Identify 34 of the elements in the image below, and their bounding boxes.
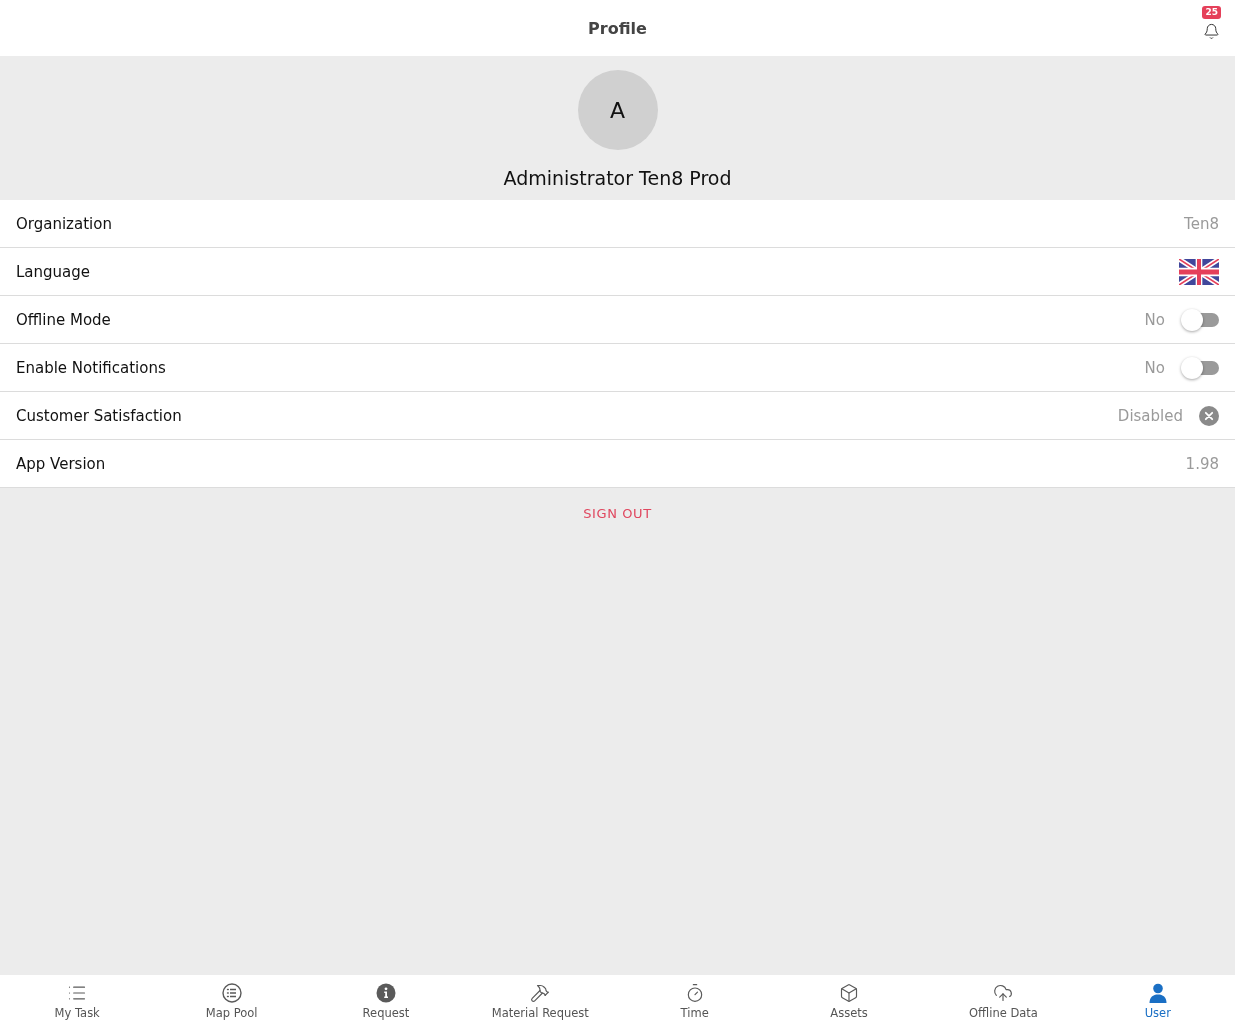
- close-circle-icon: [1199, 405, 1219, 426]
- setting-label: Customer Satisfaction: [16, 406, 182, 425]
- tab[interactable]: Offline Data: [969, 975, 1038, 1031]
- setting-label: Organization: [16, 214, 112, 233]
- tab[interactable]: Material Request: [491, 975, 589, 1031]
- tab[interactable]: Time: [680, 975, 709, 1031]
- cloud-upload-icon: [993, 983, 1014, 1003]
- sign-out-button[interactable]: SIGN OUT: [583, 506, 652, 521]
- list-circle-icon: [221, 983, 242, 1003]
- tab[interactable]: User: [1144, 975, 1171, 1031]
- setting-label: Language: [16, 262, 91, 281]
- user-name: Administrator Ten8 Prod: [503, 166, 732, 191]
- setting-value: 1.98: [1185, 454, 1219, 473]
- setting-value: No: [1144, 310, 1165, 329]
- notification-count: 25: [1202, 6, 1221, 19]
- tab[interactable]: My Task: [54, 975, 100, 1031]
- setting-value: Disabled: [1117, 406, 1183, 425]
- info-icon: [375, 983, 396, 1003]
- avatar-initial: A: [577, 70, 658, 150]
- toggle-switch[interactable]: [1181, 356, 1219, 379]
- page-title: Profile: [588, 18, 647, 38]
- setting-value: Ten8: [1184, 214, 1219, 233]
- setting-label: Offline Mode: [16, 310, 111, 329]
- person-icon: [1147, 983, 1168, 1003]
- setting-label: App Version: [16, 454, 106, 473]
- setting-label: Enable Notifications: [16, 358, 166, 377]
- tab[interactable]: Request: [362, 975, 410, 1031]
- setting-value: No: [1144, 358, 1165, 377]
- box-icon: [839, 983, 860, 1003]
- tab[interactable]: Map Pool: [205, 975, 258, 1031]
- tab[interactable]: Assets: [830, 975, 868, 1031]
- hammer-icon: [530, 983, 551, 1003]
- uk-flag-icon: [1179, 258, 1219, 285]
- toggle-switch[interactable]: [1181, 308, 1219, 331]
